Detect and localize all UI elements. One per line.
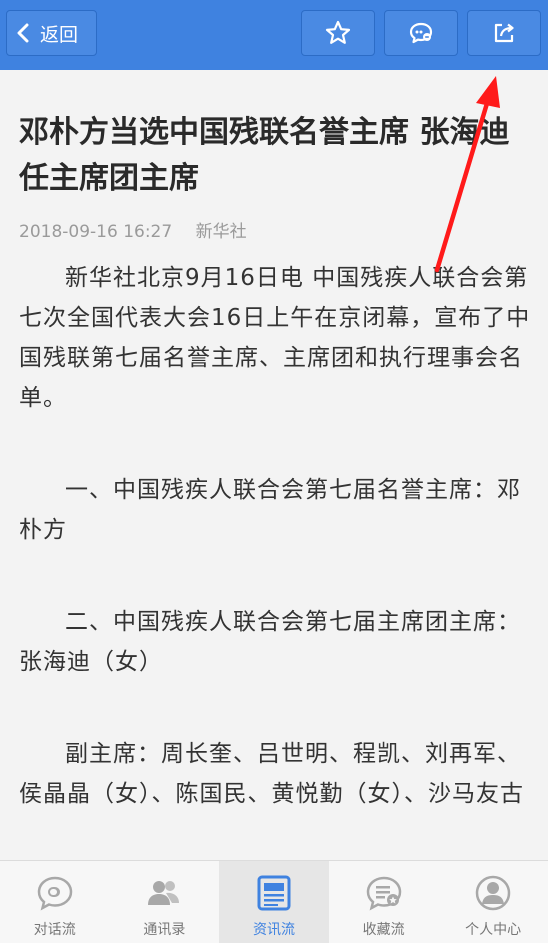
- news-icon: [254, 873, 294, 913]
- share-icon: [492, 21, 516, 45]
- tab-favorites-stream[interactable]: 收藏流: [329, 861, 439, 943]
- article-body: 新华社北京9月16日电 中国残疾人联合会第七次全国代表大会16日上午在京闭幕，宣…: [19, 258, 532, 866]
- article-content: 邓朴方当选中国残联名誉主席 张海迪任主席团主席 2018-09-16 16:27…: [0, 70, 548, 860]
- tab-label: 个人中心: [465, 922, 522, 938]
- tab-label: 通讯录: [143, 922, 186, 938]
- profile-icon: [473, 873, 513, 913]
- tab-label: 对话流: [33, 922, 76, 938]
- article-paragraph: 新华社北京9月16日电 中国残疾人联合会第七次全国代表大会16日上午在京闭幕，宣…: [19, 265, 531, 411]
- bottom-tab-bar: 对话流 通讯录 资讯流 收藏流 个人中心: [0, 860, 548, 943]
- favorite-button[interactable]: [301, 10, 375, 56]
- article-paragraph: 一、中国残疾人联合会第七届名誉主席：邓朴方: [19, 477, 521, 543]
- star-icon: [325, 20, 351, 46]
- top-navigation-bar: 返回: [0, 0, 548, 70]
- article-source: 新华社: [195, 222, 247, 242]
- favorites-icon: [364, 873, 404, 913]
- tab-label: 收藏流: [362, 922, 405, 938]
- share-button[interactable]: [467, 10, 541, 56]
- tab-dialog-stream[interactable]: 对话流: [0, 861, 110, 943]
- tab-label: 资讯流: [252, 922, 295, 938]
- tab-news-stream[interactable]: 资讯流: [219, 861, 329, 943]
- comment-button[interactable]: [384, 10, 458, 56]
- article-title: 邓朴方当选中国残联名誉主席 张海迪任主席团主席: [19, 115, 510, 196]
- article-paragraph: 二、中国残疾人联合会第七届主席团主席：张海迪（女）: [19, 609, 521, 675]
- back-button[interactable]: 返回: [6, 10, 97, 56]
- tab-contacts[interactable]: 通讯录: [110, 861, 220, 943]
- back-button-label: 返回: [40, 23, 79, 46]
- tab-profile[interactable]: 个人中心: [438, 861, 548, 943]
- contacts-icon: [144, 873, 184, 913]
- comment-icon: [408, 20, 434, 46]
- chat-bubble-icon: [35, 873, 75, 913]
- chevron-left-icon: [16, 23, 30, 43]
- article-date: 2018-09-16 16:27: [19, 222, 173, 242]
- article-paragraph: 副主席：周长奎、吕世明、程凯、刘再军、侯晶晶（女）、陈国民、黄悦勤（女）、沙马友…: [19, 741, 524, 807]
- article-meta: 2018-09-16 16:27 新华社: [19, 217, 247, 242]
